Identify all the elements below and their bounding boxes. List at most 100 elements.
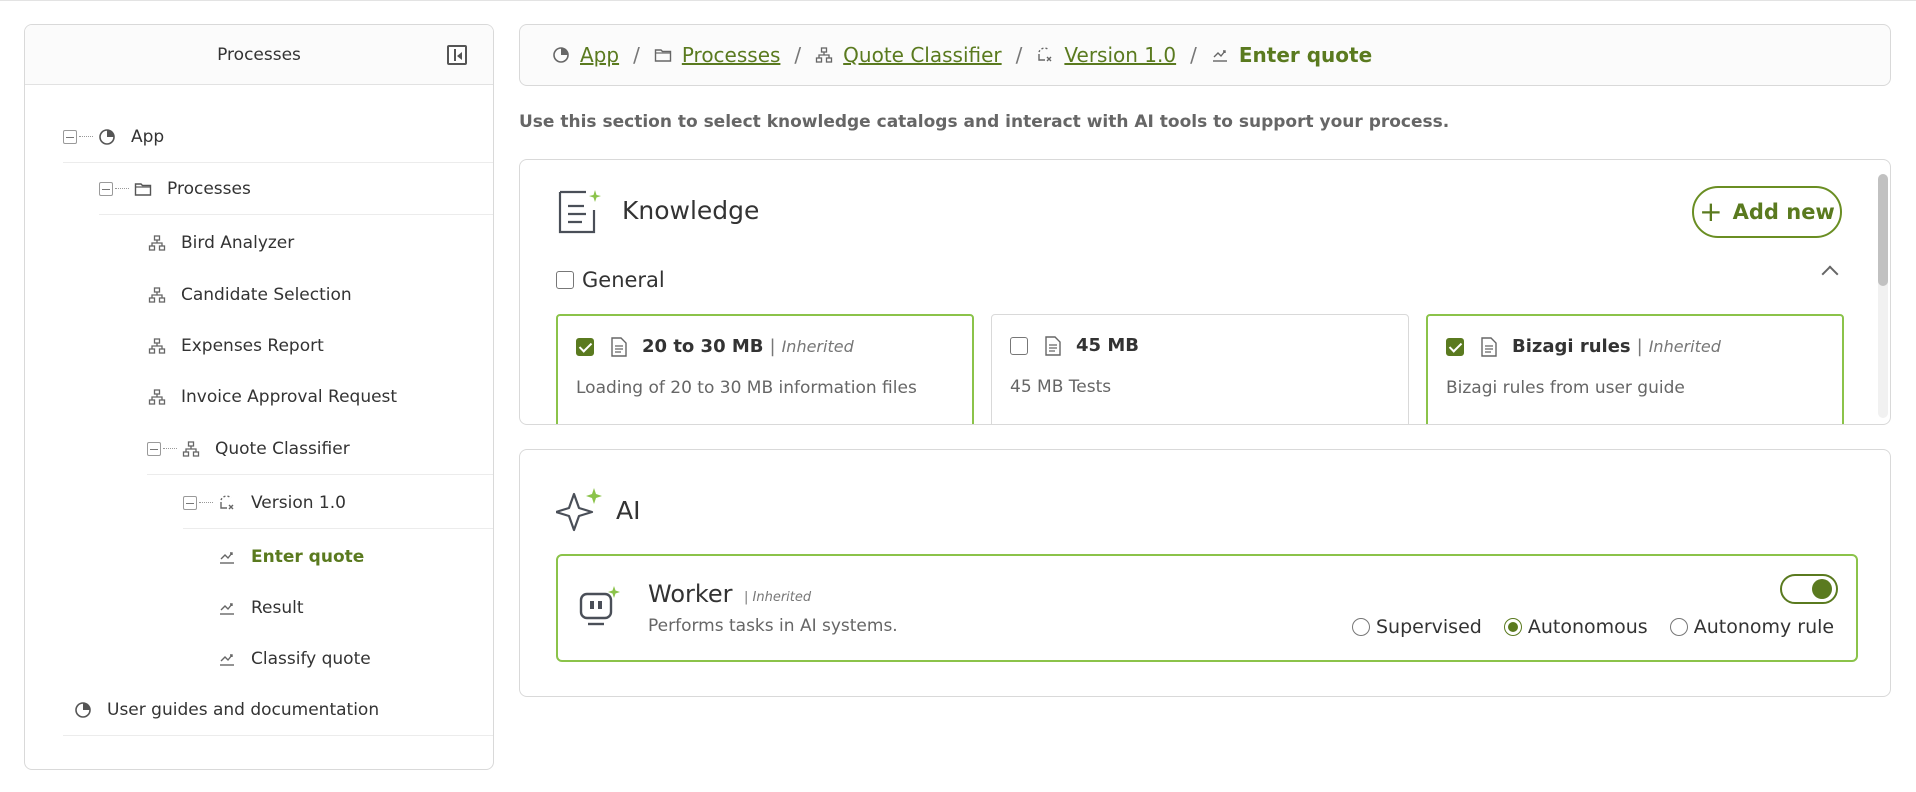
breadcrumb-separator: / <box>1015 43 1023 67</box>
plus-icon: + <box>1699 195 1723 228</box>
top-divider <box>0 0 1916 1</box>
knowledge-desc: Bizagi rules from user guide <box>1446 378 1685 398</box>
add-new-label: Add new <box>1732 200 1835 224</box>
knowledge-card[interactable]: 20 to 30 MB | Inherited Loading of 20 to… <box>556 314 974 424</box>
process-icon <box>147 387 167 407</box>
tree-item-expenses-report[interactable]: Expenses Report <box>147 320 493 372</box>
collapse-toggle-icon[interactable] <box>147 441 161 456</box>
tree-item-label: Quote Classifier <box>215 438 350 459</box>
knowledge-checkbox[interactable] <box>576 337 594 356</box>
general-group-checkbox[interactable]: General <box>556 268 665 292</box>
collapse-toggle-icon[interactable] <box>99 181 113 196</box>
knowledge-desc: Loading of 20 to 30 MB information files <box>576 378 917 398</box>
tree-item-label: Expenses Report <box>181 336 324 356</box>
scrollbar[interactable] <box>1878 174 1888 418</box>
knowledge-name: 45 MB <box>1076 335 1139 356</box>
tree-item-enter-quote[interactable]: Enter quote <box>217 531 493 583</box>
knowledge-name: Bizagi rules <box>1512 336 1631 357</box>
version-icon <box>217 493 237 513</box>
breadcrumb-current-label: Enter quote <box>1238 43 1373 67</box>
tree-connector <box>115 188 129 189</box>
tree-item-label: Enter quote <box>251 547 365 567</box>
inherited-tag: Inherited <box>1648 337 1721 356</box>
breadcrumb-link[interactable]: Version 1.0 <box>1064 43 1176 67</box>
tree-item-candidate-selection[interactable]: Candidate Selection <box>147 269 493 321</box>
tree-header: Processes <box>25 25 493 85</box>
inherited-label: Inherited <box>752 590 812 605</box>
tree-item-classify-quote[interactable]: Classify quote <box>217 633 493 685</box>
app-icon <box>73 700 93 720</box>
version-icon <box>1036 45 1056 65</box>
process-icon <box>147 233 167 253</box>
breadcrumb-item-processes[interactable]: Processes <box>654 43 781 67</box>
tree-item-label: Bird Analyzer <box>181 233 295 253</box>
knowledge-checkbox[interactable] <box>1446 337 1464 356</box>
radio-circle[interactable] <box>1352 618 1370 636</box>
task-icon <box>217 547 237 567</box>
collapse-toggle-icon[interactable] <box>183 495 197 510</box>
tree-item-app[interactable]: App <box>63 111 493 163</box>
separator: | <box>769 336 776 357</box>
radio-circle[interactable] <box>1669 618 1688 636</box>
task-icon <box>217 598 237 618</box>
chevron-up-icon[interactable] <box>1821 265 1839 283</box>
inherited-tag: | Inherited <box>744 590 811 605</box>
tree-item-processes[interactable]: Processes <box>99 163 493 215</box>
tree-item-label: User guides and documentation <box>107 699 380 720</box>
knowledge-card[interactable]: 45 MB 45 MB Tests <box>991 314 1409 424</box>
mode-radio-group: Supervised Autonomous Autonomy rule <box>1352 616 1834 638</box>
breadcrumb-item-version[interactable]: Version 1.0 <box>1036 43 1176 67</box>
breadcrumb-link[interactable]: Processes <box>682 43 781 67</box>
breadcrumb-separator: / <box>633 43 640 67</box>
separator: | <box>1636 336 1643 357</box>
sparkle-icon <box>556 488 602 532</box>
document-icon <box>611 336 627 357</box>
tree-item-user-guides[interactable]: User guides and documentation <box>63 684 493 736</box>
breadcrumb-separator: / <box>1190 43 1197 67</box>
tree-item-bird-analyzer[interactable]: Bird Analyzer <box>147 217 493 269</box>
knowledge-icon <box>558 190 601 234</box>
breadcrumb-separator: / <box>794 43 802 67</box>
breadcrumb-item-quote-classifier[interactable]: Quote Classifier <box>815 43 1002 67</box>
document-icon <box>1045 335 1061 356</box>
radio-circle[interactable] <box>1503 618 1522 636</box>
general-checkbox[interactable] <box>556 271 574 289</box>
radio-label: Autonomy rule <box>1693 616 1835 638</box>
tree-item-label: Processes <box>167 178 251 199</box>
breadcrumb-link[interactable]: App <box>580 43 619 67</box>
breadcrumb-link[interactable]: Quote Classifier <box>843 43 1001 67</box>
worker-toggle[interactable] <box>1780 574 1838 604</box>
knowledge-card[interactable]: Bizagi rules | Inherited Bizagi rules fr… <box>1426 314 1844 424</box>
radio-label: Supervised <box>1376 616 1482 638</box>
knowledge-checkbox[interactable] <box>1010 336 1028 355</box>
tree-item-invoice-approval-request[interactable]: Invoice Approval Request <box>147 371 493 423</box>
help-text: Use this section to select knowledge cat… <box>519 112 1450 132</box>
breadcrumb-item-app[interactable]: App <box>552 43 619 67</box>
app-icon <box>97 127 117 147</box>
process-icon <box>147 285 167 305</box>
radio-autonomous[interactable]: Autonomous <box>1503 616 1648 638</box>
robot-icon <box>579 586 620 626</box>
knowledge-title: Knowledge <box>622 196 760 225</box>
add-new-button[interactable]: + Add new <box>1692 186 1842 238</box>
task-icon <box>1211 45 1231 65</box>
tree-item-result[interactable]: Result <box>217 582 493 634</box>
general-label: General <box>582 268 665 292</box>
document-icon <box>1481 336 1497 357</box>
tree-item-version[interactable]: Version 1.0 <box>183 477 493 529</box>
tree-item-quote-classifier[interactable]: Quote Classifier <box>147 423 493 475</box>
knowledge-section: Knowledge + Add new General 20 to 30 MB … <box>519 159 1891 425</box>
collapse-toggle-icon[interactable] <box>63 129 77 144</box>
ai-title: AI <box>616 496 641 525</box>
tree-item-label: Invoice Approval Request <box>181 387 398 407</box>
radio-supervised[interactable]: Supervised <box>1352 616 1482 638</box>
tree-connector <box>79 136 93 137</box>
breadcrumb-current: Enter quote <box>1211 43 1372 67</box>
process-icon <box>147 336 167 356</box>
scrollbar-thumb[interactable] <box>1878 174 1888 286</box>
radio-autonomy-rule[interactable]: Autonomy rule <box>1669 616 1835 638</box>
process-icon <box>181 439 201 459</box>
tree-item-label: App <box>131 126 165 147</box>
knowledge-name: 20 to 30 MB <box>642 336 764 357</box>
collapse-panel-icon[interactable] <box>447 45 467 65</box>
